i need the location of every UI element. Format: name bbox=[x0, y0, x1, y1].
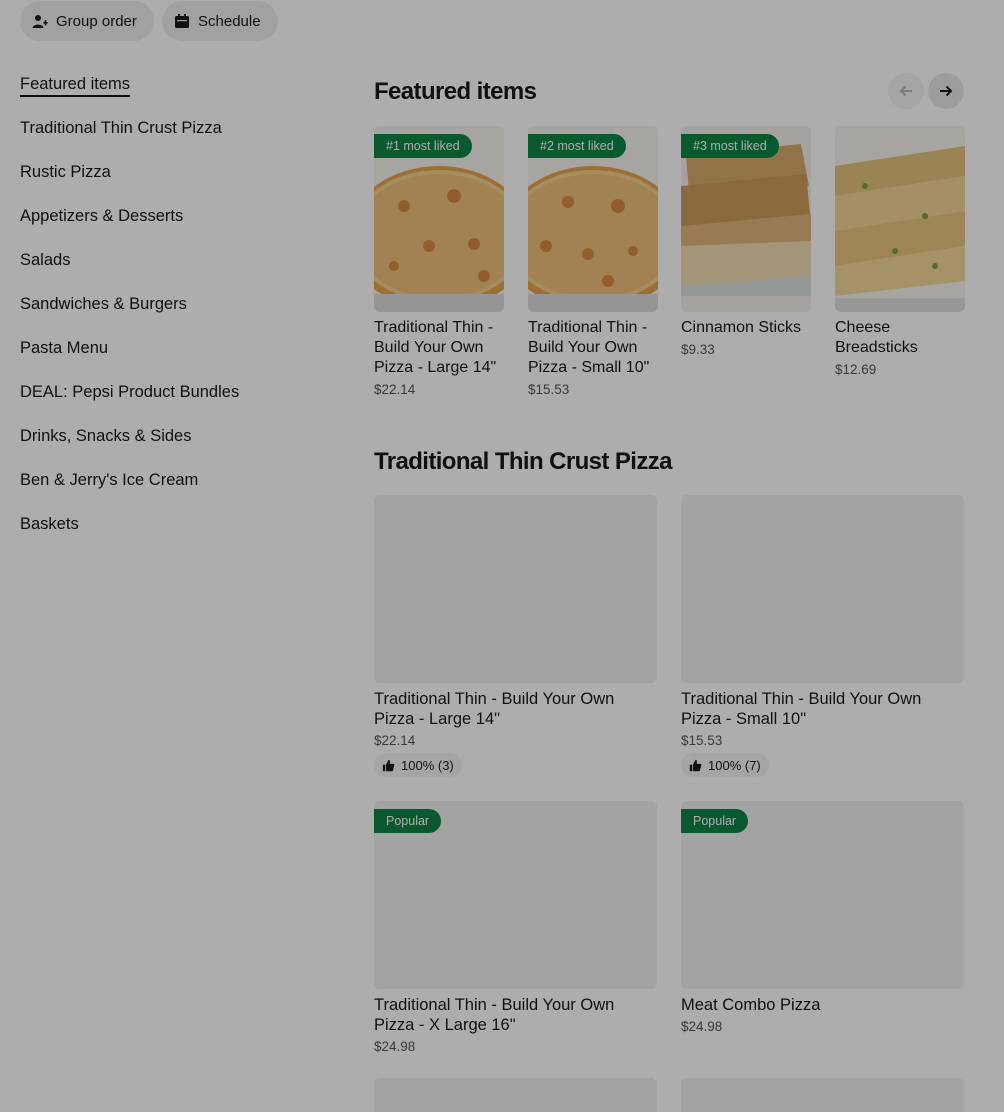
modal-backdrop[interactable] bbox=[0, 0, 1004, 1112]
store-page: Group order Schedule Featured items Trad… bbox=[0, 0, 1004, 1112]
